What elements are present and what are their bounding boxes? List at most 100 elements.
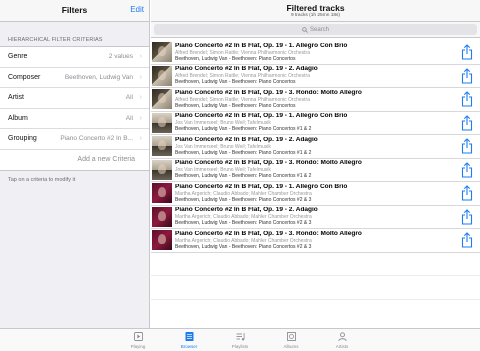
track-info: Piano Concerto #2 In B Flat, Op. 19 - 2.… [175, 137, 460, 156]
chevron-right-icon: › [139, 73, 142, 81]
track-artist: Martha Argerich; Claudio Abbado; Mahler … [175, 237, 312, 244]
album-art [152, 42, 172, 63]
track-album: Beethoven, Ludwig Van - Beethoven: Piano… [175, 79, 296, 86]
filters-panel: Filters Edit HIERARCHICAL FILTER CRITERI… [0, 0, 150, 328]
tab-label: Playing [130, 344, 146, 349]
share-icon[interactable] [460, 67, 474, 84]
track-album: Beethoven, Ludwig Van - Beethoven: Piano… [175, 220, 312, 227]
filters-header: Filters Edit [0, 0, 149, 22]
share-icon[interactable] [460, 138, 474, 154]
search-bar: Search [151, 22, 480, 38]
criteria-name: Grouping [8, 135, 37, 143]
criteria-value: All [125, 94, 133, 102]
empty-row [151, 253, 480, 276]
album-art [152, 183, 172, 204]
track-title: Piano Concerto #2 In B Flat, Op. 19 - 2.… [175, 66, 318, 73]
criteria-section-title: HIERARCHICAL FILTER CRITERIAS [8, 37, 103, 43]
criteria-row-grouping[interactable]: Grouping Piano Concerto #2 In B... › [0, 129, 149, 150]
criteria-value: Beethoven, Ludwig Van [64, 73, 133, 81]
track-title: Piano Concerto #2 In B Flat, Op. 19 - 3.… [175, 160, 362, 167]
track-info: Piano Concerto #2 In B Flat, Op. 19 - 2.… [175, 207, 460, 226]
tab-playing[interactable]: Playing [113, 329, 164, 351]
search-icon [302, 26, 308, 33]
track-title: Piano Concerto #2 In B Flat, Op. 19 - 1.… [175, 113, 348, 120]
album-art [152, 89, 172, 110]
track-row[interactable]: Piano Concerto #2 In B Flat, Op. 19 - 3.… [151, 229, 480, 253]
criteria-name: Artist [8, 94, 24, 102]
track-album: Beethoven, Ludwig Van - Beethoven: Piano… [175, 243, 312, 250]
tracks-title: Filtered tracks [286, 3, 345, 13]
track-info: Piano Concerto #2 In B Flat, Op. 19 - 1.… [175, 184, 460, 203]
artists-icon [337, 332, 347, 342]
share-icon[interactable] [460, 44, 474, 60]
criteria-name: Composer [8, 73, 41, 81]
track-row[interactable]: Piano Concerto #2 In B Flat, Op. 19 - 1.… [151, 182, 480, 206]
criteria-row-composer[interactable]: Composer Beethoven, Ludwig Van › [0, 68, 149, 88]
tracks-panel: Filtered tracks 9 tracks (1h 25mn 18s) S… [151, 0, 480, 328]
album-art [152, 112, 172, 133]
criteria-row-artist[interactable]: Artist All › [0, 88, 149, 109]
track-row[interactable]: Piano Concerto #2 In B Flat, Op. 19 - 2.… [151, 135, 480, 159]
chevron-right-icon: › [139, 94, 142, 102]
track-row[interactable]: Piano Concerto #2 In B Flat, Op. 19 - 2.… [151, 65, 480, 88]
tab-label: Playlists [231, 344, 249, 349]
criteria-list: Genre 2 values › Composer Beethoven, Lud… [0, 46, 149, 171]
criteria-value: Piano Concerto #2 In B... [60, 135, 133, 143]
album-art [152, 136, 172, 157]
edit-button[interactable]: Edit [130, 5, 144, 14]
track-album: Beethoven, Ludwig Van - Beethoven: Piano… [175, 196, 312, 203]
track-album: Beethoven, Ludwig Van - Beethoven: Piano… [175, 173, 312, 180]
track-info: Piano Concerto #2 In B Flat, Op. 19 - 1.… [175, 113, 460, 132]
playlists-icon [236, 333, 245, 341]
track-title: Piano Concerto #2 In B Flat, Op. 19 - 1.… [175, 42, 348, 49]
track-title: Piano Concerto #2 In B Flat, Op. 19 - 2.… [175, 207, 318, 214]
chevron-right-icon: › [139, 114, 142, 122]
track-row[interactable]: Piano Concerto #2 In B Flat, Op. 19 - 1.… [151, 41, 480, 65]
tab-playlists[interactable]: Playlists [215, 329, 266, 351]
share-icon[interactable] [460, 185, 474, 201]
album-art [152, 230, 172, 251]
criteria-value: All [125, 114, 133, 122]
browser-icon [185, 332, 193, 341]
criteria-row-album[interactable]: Album All › [0, 109, 149, 129]
share-icon[interactable] [460, 161, 474, 178]
empty-row [151, 276, 480, 300]
add-criteria-button[interactable]: Add a new Criteria [0, 150, 149, 171]
tab-bar: Playing Browser Playlists Albums Artists [0, 328, 480, 351]
tab-label: Browser [180, 344, 198, 349]
track-artist: Martha Argerich; Claudio Abbado; Mahler … [175, 190, 312, 197]
track-album: Beethoven, Ludwig Van - Beethoven: Piano… [175, 55, 296, 62]
tracks-header: Filtered tracks 9 tracks (1h 25mn 18s) [151, 0, 480, 22]
track-row[interactable]: Piano Concerto #2 In B Flat, Op. 19 - 1.… [151, 112, 480, 135]
albums-icon [286, 332, 296, 341]
album-art [152, 206, 172, 227]
album-art [152, 159, 172, 180]
track-title: Piano Concerto #2 In B Flat, Op. 19 - 3.… [175, 89, 362, 96]
chevron-right-icon: › [139, 53, 142, 61]
track-artist: Jos Van Immerseel; Bruno Weil; Tafelmusi… [175, 143, 271, 150]
share-icon[interactable] [460, 232, 474, 248]
track-album: Beethoven, Ludwig Van - Beethoven: Piano… [175, 126, 312, 133]
track-title: Piano Concerto #2 In B Flat, Op. 19 - 1.… [175, 183, 348, 190]
tab-artists[interactable]: Artists [317, 329, 368, 351]
track-row[interactable]: Piano Concerto #2 In B Flat, Op. 19 - 3.… [151, 88, 480, 112]
track-info: Piano Concerto #2 In B Flat, Op. 19 - 3.… [175, 90, 460, 109]
track-album: Beethoven, Ludwig Van - Beethoven: Piano… [175, 102, 296, 109]
criteria-row-genre[interactable]: Genre 2 values › [0, 47, 149, 68]
search-input[interactable]: Search [154, 24, 477, 35]
track-artist: Alfred Brendel; Simon Rattle; Vienna Phi… [175, 96, 310, 103]
tab-label: Albums [283, 344, 299, 349]
playing-icon [133, 332, 143, 341]
track-info: Piano Concerto #2 In B Flat, Op. 19 - 3.… [175, 160, 460, 179]
share-icon[interactable] [460, 114, 474, 131]
track-info: Piano Concerto #2 In B Flat, Op. 19 - 2.… [175, 66, 460, 85]
filters-title: Filters [61, 5, 88, 15]
track-row[interactable]: Piano Concerto #2 In B Flat, Op. 19 - 3.… [151, 159, 480, 182]
criteria-hint: Tap on a criteria to modify it [8, 177, 76, 183]
tab-albums[interactable]: Albums [266, 329, 317, 351]
share-icon[interactable] [460, 91, 474, 107]
share-icon[interactable] [460, 208, 474, 225]
tab-browser[interactable]: Browser [164, 329, 215, 351]
tab-label: Artists [335, 344, 349, 349]
track-row[interactable]: Piano Concerto #2 In B Flat, Op. 19 - 2.… [151, 206, 480, 229]
